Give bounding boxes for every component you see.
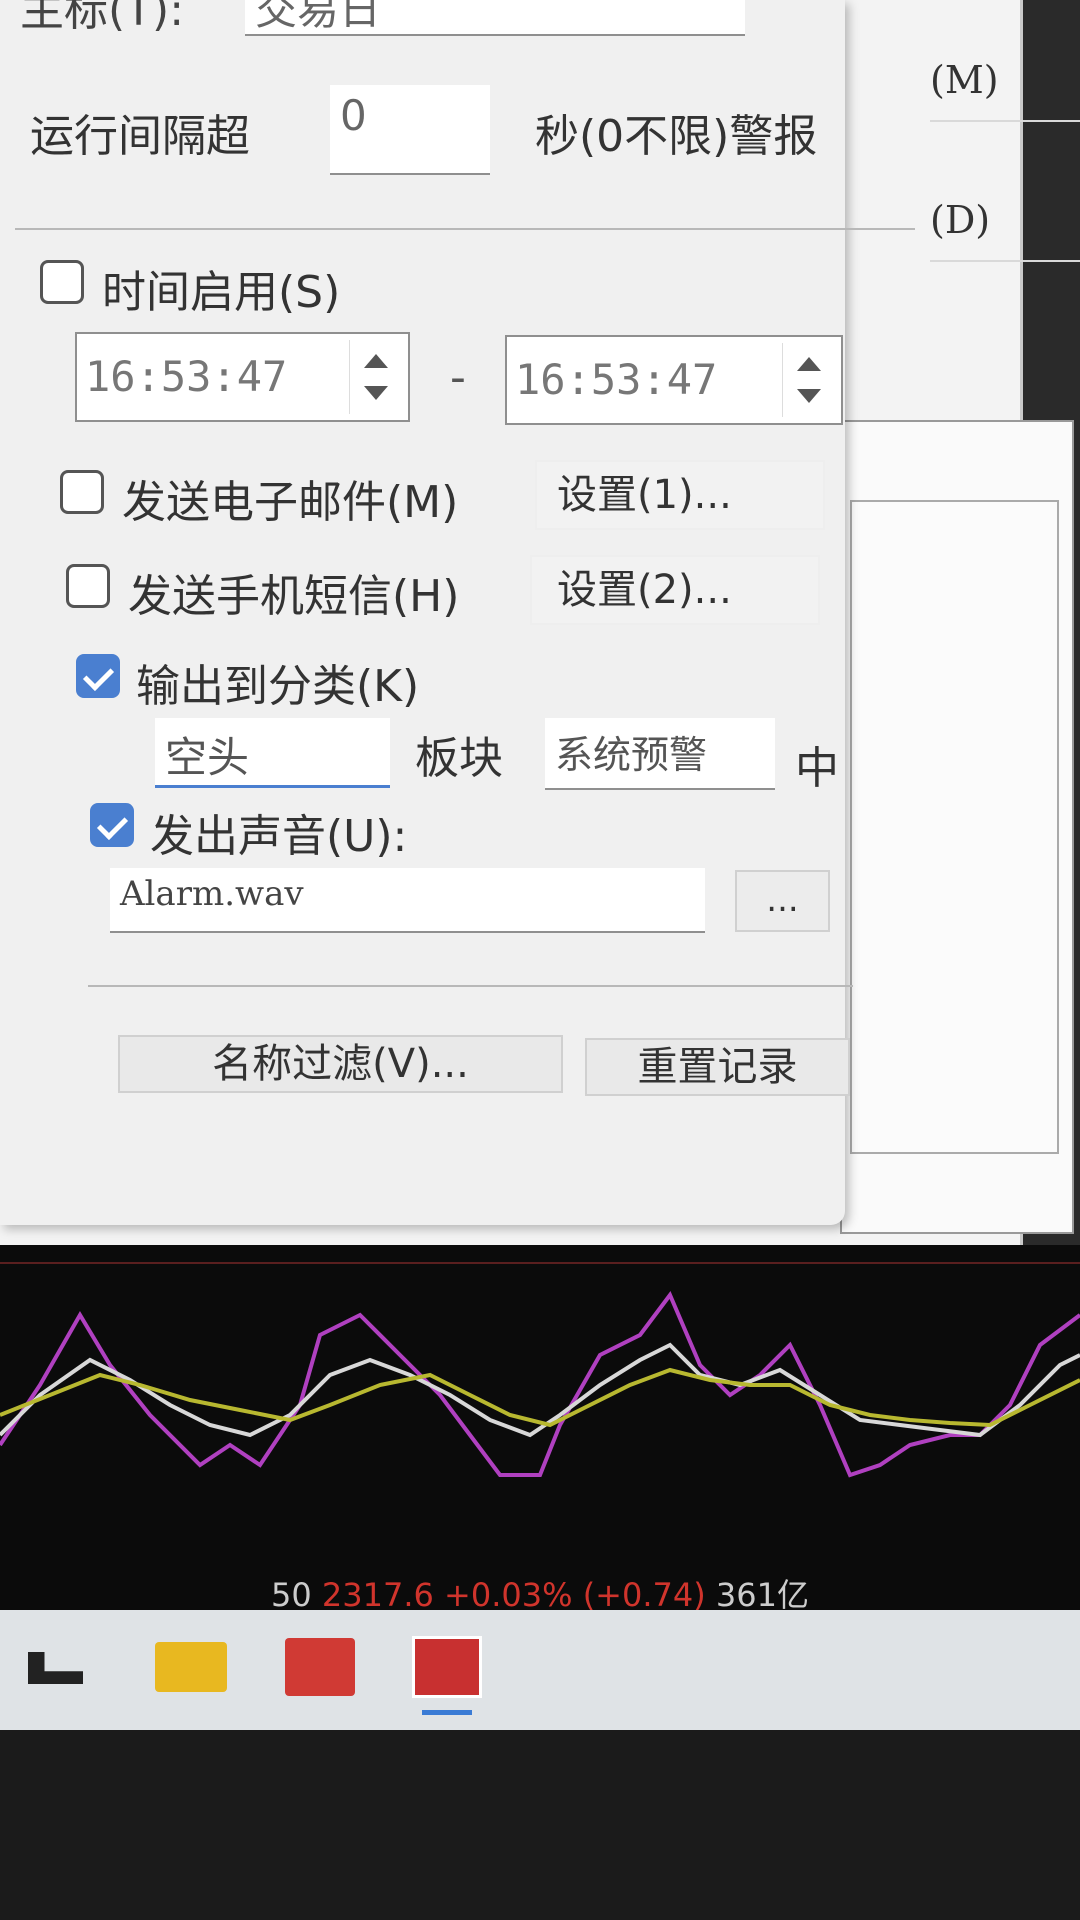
spinner-buttons[interactable] [349, 340, 402, 414]
stock-app-icon[interactable] [412, 1636, 482, 1698]
chevron-down-icon[interactable] [797, 389, 821, 403]
sms-label: 发送手机短信(H) [128, 571, 460, 622]
series-line-yellow [0, 1367, 1080, 1428]
separator [15, 228, 915, 230]
active-indicator [422, 1710, 472, 1715]
board-input[interactable]: 系统预警 [545, 718, 775, 790]
time-end-spinner[interactable]: 16:53:47 [505, 335, 843, 425]
board-label: 板块 [415, 733, 503, 784]
interval-suffix: 秒(0不限)警报 [535, 111, 818, 162]
terminal-icon[interactable] [28, 1652, 83, 1684]
alert-settings-dialog: 主标(T): 交易日 运行间隔超 0 秒(0不限)警报 时间启用(S) 16:5… [0, 0, 915, 1225]
time-enable-checkbox[interactable] [40, 260, 84, 304]
time-enable-label: 时间启用(S) [102, 267, 341, 318]
name-filter-button[interactable]: 名称过滤(V)... [118, 1035, 563, 1093]
board-suffix: 中 [795, 743, 839, 794]
index-volume: 361亿 [715, 1576, 809, 1614]
sms-checkbox[interactable] [66, 564, 110, 608]
top-field[interactable]: 交易日 [245, 0, 745, 36]
app-icon[interactable] [285, 1638, 355, 1696]
folder-icon[interactable] [155, 1642, 227, 1692]
interval-input[interactable]: 0 [330, 85, 490, 175]
index-price: 2317.6 [321, 1576, 434, 1614]
bg-panel-inner [850, 500, 1059, 1154]
separator [88, 985, 853, 987]
taskbar [0, 1610, 1080, 1730]
sound-file-input[interactable]: Alarm.wav [110, 868, 705, 933]
category-checkbox[interactable] [76, 654, 120, 698]
email-settings-button[interactable]: 设置(1)... [535, 460, 825, 530]
interval-label: 运行间隔超 [30, 111, 250, 162]
category-label: 输出到分类(K) [136, 661, 420, 712]
time-end-value: 16:53:47 [515, 355, 718, 404]
time-dash: - [450, 352, 466, 403]
chevron-up-icon[interactable] [364, 354, 388, 368]
reset-records-button[interactable]: 重置记录 [585, 1038, 850, 1096]
monitor-bezel [0, 1730, 1080, 1920]
sms-settings-button[interactable]: 设置(2)... [530, 555, 820, 625]
sound-label: 发出声音(U): [150, 811, 408, 862]
index-change-abs: (+0.74) [582, 1576, 706, 1614]
chevron-down-icon[interactable] [364, 386, 388, 400]
spinner-buttons[interactable] [782, 343, 835, 417]
bg-row-label: (D) [930, 180, 1080, 262]
browse-button[interactable]: ... [735, 870, 830, 932]
index-change-pct: +0.03% [444, 1576, 573, 1614]
chevron-up-icon[interactable] [797, 357, 821, 371]
time-start-value: 16:53:47 [85, 352, 288, 401]
bg-row-label: (M) [930, 40, 1080, 122]
top-field-label: 主标(T): [20, 0, 185, 36]
sound-checkbox[interactable] [90, 803, 134, 847]
category-input[interactable]: 空头 [155, 718, 390, 788]
email-checkbox[interactable] [60, 470, 104, 514]
time-start-spinner[interactable]: 16:53:47 [75, 332, 410, 422]
email-label: 发送电子邮件(M) [122, 477, 459, 528]
index-code: 50 [271, 1576, 312, 1614]
series-line-purple [0, 1291, 1080, 1478]
